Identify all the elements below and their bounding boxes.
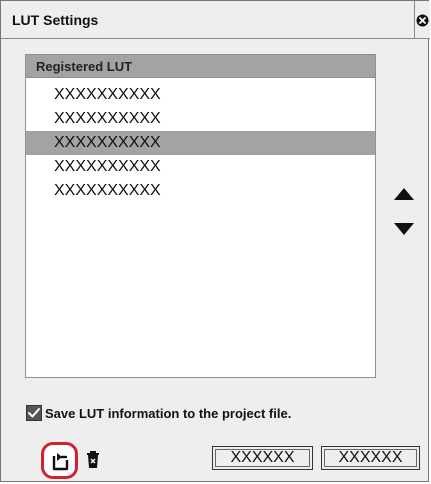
delete-button[interactable] [85, 451, 101, 469]
registered-lut-items: XXXXXXXXXX XXXXXXXXXX XXXXXXXXXX XXXXXXX… [26, 83, 375, 203]
title-bar: LUT Settings [1, 1, 430, 39]
triangle-down-icon [394, 223, 414, 235]
export-icon [52, 452, 68, 470]
move-up-button[interactable] [393, 187, 415, 201]
move-down-button[interactable] [393, 222, 415, 236]
check-icon [28, 408, 40, 418]
lut-list-item[interactable]: XXXXXXXXXX [26, 83, 375, 107]
dialog-button-1-label: XXXXXX [230, 449, 295, 466]
lut-list-item[interactable]: XXXXXXXXXX [26, 107, 375, 131]
lut-list-item[interactable]: XXXXXXXXXX [26, 155, 375, 179]
save-lut-option: Save LUT information to the project file… [26, 404, 291, 422]
registered-lut-header-label: Registered LUT [36, 59, 133, 74]
export-button[interactable] [41, 442, 78, 479]
lut-list-item-label: XXXXXXXXXX [54, 158, 161, 175]
close-circle-icon [416, 14, 429, 26]
lut-list-item-label: XXXXXXXXXX [54, 110, 161, 127]
lut-list-item[interactable]: XXXXXXXXXX [26, 179, 375, 203]
lut-list-item-label: XXXXXXXXXX [54, 182, 161, 199]
trash-icon [87, 451, 99, 468]
save-lut-checkbox-label: Save LUT information to the project file… [45, 405, 292, 421]
dialog-button-2[interactable]: XXXXXX [321, 446, 420, 470]
lut-list-item-selected[interactable]: XXXXXXXXXX [26, 131, 375, 155]
dialog-button-1[interactable]: XXXXXX [212, 446, 313, 470]
registered-lut-header: Registered LUT [26, 55, 375, 78]
lut-list-item-label: XXXXXXXXXX [54, 86, 161, 103]
triangle-up-icon [394, 188, 414, 200]
lut-list-item-label: XXXXXXXXXX [54, 134, 161, 151]
close-button[interactable] [415, 1, 430, 39]
dialog-title: LUT Settings [12, 12, 99, 28]
registered-lut-list[interactable]: Registered LUT XXXXXXXXXX XXXXXXXXXX XXX… [25, 54, 376, 378]
lut-settings-dialog: LUT Settings Registered LUT XXXXXXXXXX X… [0, 0, 430, 482]
save-lut-checkbox[interactable] [26, 405, 42, 421]
dialog-button-2-label: XXXXXX [338, 449, 403, 466]
